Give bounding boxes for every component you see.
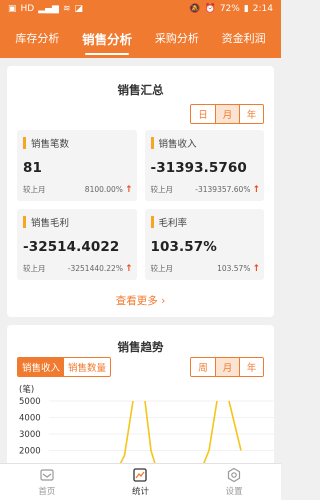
compare-label: 较上月 [23, 185, 46, 194]
nav-home-label: 首页 [38, 487, 56, 497]
trend-series-line [144, 400, 156, 463]
y-tick-label: 3000 [19, 430, 41, 440]
wifi-icon: ≋ [62, 3, 71, 14]
trend-chart-svg: 50004000300020001000 [19, 397, 275, 463]
nav-settings[interactable]: 设置 [204, 467, 264, 497]
top-tabs: 库存分析 销售分析 采购分析 资金利润 [0, 18, 281, 58]
notification-icon: ◪ [74, 3, 84, 14]
content-area[interactable]: 销售汇总 日 月 年 销售笔数 81 较上月 8100.00% ↑ 销售收入 -3… [0, 58, 281, 463]
nav-stats-label: 统计 [131, 487, 149, 497]
compare-label: 较上月 [150, 264, 174, 273]
chevron-right-icon: › [161, 295, 166, 307]
battery-icon: ▮ [243, 3, 249, 14]
sales-summary-card: 销售汇总 日 月 年 销售笔数 81 较上月 8100.00% ↑ 销售收入 -3… [7, 66, 274, 317]
clock: 2:14 [252, 4, 273, 14]
view-more-link[interactable]: 查看更多 › [17, 280, 264, 317]
trend-title: 销售趋势 [117, 340, 164, 354]
stat-value: -32514.4022 [23, 239, 120, 255]
stat-label: 销售毛利 [31, 218, 70, 229]
period-month-button[interactable]: 月 [215, 358, 239, 376]
change-value: -3139357.60% [195, 185, 251, 194]
trend-series-line [203, 400, 218, 463]
trend-period-selector: 周 月 年 [190, 357, 264, 377]
summary-stats: 销售笔数 81 较上月 8100.00% ↑ 销售收入 -31393.5760 较… [17, 130, 264, 280]
period-day-button[interactable]: 日 [191, 105, 215, 123]
alarm-icon: ⏰ [204, 3, 216, 14]
signal-icon: ▂▄▆ [38, 3, 59, 14]
hd-icon: HD [20, 3, 35, 14]
compare-label: 较上月 [150, 185, 174, 194]
summary-title: 销售汇总 [117, 83, 164, 97]
view-more-label: 查看更多 [115, 295, 158, 307]
tab-purchase[interactable]: 采购分析 [153, 20, 201, 56]
nav-settings-label: 设置 [225, 487, 243, 497]
stat-value: 103.57% [150, 239, 217, 255]
trend-series-line [228, 400, 242, 451]
change-value: -3251440.22% [67, 264, 123, 273]
period-month-button[interactable]: 月 [215, 105, 239, 123]
home-icon [40, 469, 54, 481]
nav-home[interactable]: 首页 [17, 467, 77, 497]
mute-icon: 🔕 [189, 3, 201, 14]
stat-card-sales-revenue[interactable]: 销售收入 -31393.5760 较上月 -3139357.60% ↑ [144, 130, 264, 201]
tab-sales[interactable]: 销售分析 [80, 19, 134, 58]
period-year-button[interactable]: 年 [239, 358, 263, 376]
y-tick-label: 5000 [19, 397, 41, 407]
bottom-nav: 首页 统计 设置 [0, 463, 281, 500]
accent-bar [23, 137, 26, 149]
stats-icon [133, 468, 148, 482]
summary-period-selector: 日 月 年 [190, 104, 264, 124]
up-arrow-icon: ↑ [252, 184, 260, 195]
up-arrow-icon: ↑ [124, 263, 133, 274]
stat-value: 81 [23, 160, 42, 176]
y-tick-label: 2000 [19, 447, 41, 457]
stat-value: -31393.5760 [150, 160, 247, 176]
tab-inventory[interactable]: 库存分析 [13, 20, 61, 56]
period-year-button[interactable]: 年 [239, 105, 263, 123]
stat-card-sales-count[interactable]: 销售笔数 81 较上月 8100.00% ↑ [17, 130, 137, 201]
stat-card-gross-profit[interactable]: 销售毛利 -32514.4022 较上月 -3251440.22% ↑ [17, 209, 137, 280]
stat-card-margin-rate[interactable]: 毛利率 103.57% 较上月 103.57% ↑ [144, 209, 264, 280]
change-value: 103.57% [217, 264, 251, 273]
settings-icon [228, 467, 241, 483]
battery-level: 72% [219, 4, 240, 14]
accent-bar [150, 216, 154, 228]
stat-label: 销售笔数 [31, 139, 70, 150]
status-bar: ▣ HD ▂▄▆ ≋ ◪ 🔕 ⏰ 72% ▮ 2:14 [0, 0, 281, 18]
y-tick-label: 4000 [19, 414, 41, 424]
change-value: 8100.00% [84, 185, 123, 194]
accent-bar [23, 216, 26, 228]
app-icon: ▣ [8, 3, 17, 14]
nav-stats[interactable]: 统计 [110, 467, 170, 497]
compare-label: 较上月 [23, 264, 46, 273]
period-week-button[interactable]: 周 [191, 358, 215, 376]
trend-chart[interactable]: (笔) 50004000300020001000 [17, 383, 275, 463]
up-arrow-icon: ↑ [124, 184, 133, 195]
stat-label: 毛利率 [158, 218, 188, 229]
stat-label: 销售收入 [158, 139, 197, 150]
metric-revenue-button[interactable]: 销售收入 [18, 358, 65, 376]
sales-trend-card: 销售趋势 销售收入 销售数量 周 月 年 (笔) 5000 4000 3000 200… [7, 325, 275, 463]
trend-series-line [119, 400, 134, 463]
metric-quantity-button[interactable]: 销售数量 [64, 358, 111, 376]
accent-bar [150, 137, 154, 149]
trend-metric-selector: 销售收入 销售数量 [17, 357, 112, 377]
tab-funds[interactable]: 资金利润 [220, 20, 268, 56]
up-arrow-icon: ↑ [252, 263, 260, 274]
